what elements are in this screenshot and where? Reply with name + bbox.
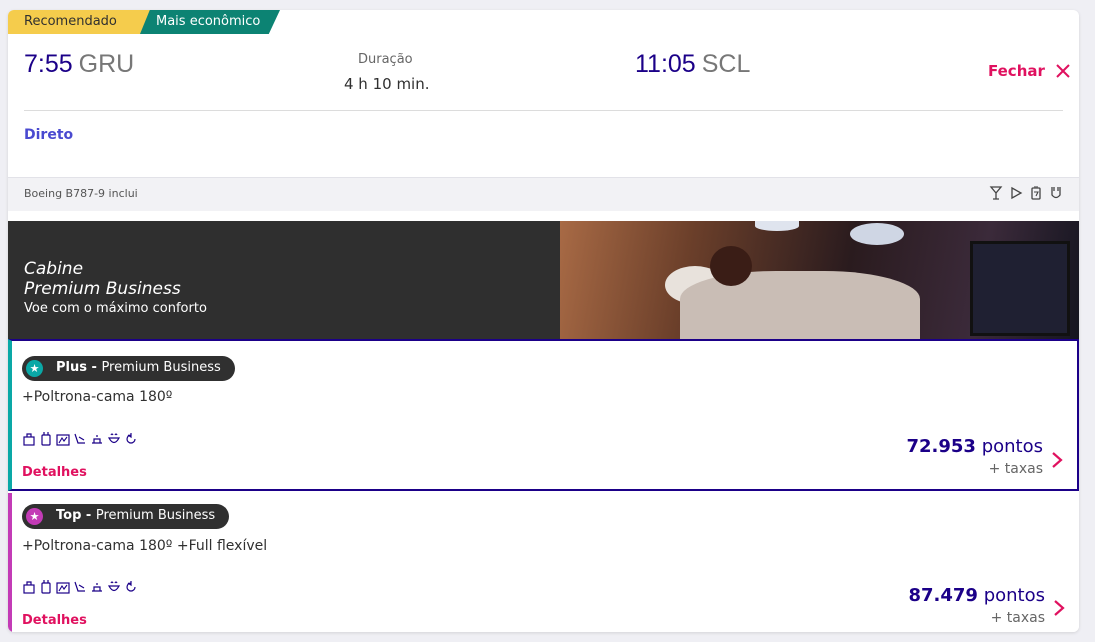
amenity-icons [989,185,1063,201]
departure: 7:55 GRU [24,50,134,79]
close-icon [1056,64,1070,78]
seat-selection-icon [56,582,70,594]
fare-badge: ★ Top - Premium Business [22,504,230,529]
price-value: 87.479 [908,585,978,606]
details-link[interactable]: Detalhes [22,613,87,628]
change-icon [126,581,136,592]
fare-features: +Poltrona-cama 180º +Full flexível [22,538,268,554]
checked-bag-icon [41,432,51,446]
fare-option-plus[interactable]: ★ Plus - Premium Business +Poltrona-cama… [8,339,1079,491]
fare-separator: - [81,508,96,523]
duration-value: 4 h 10 min. [344,75,430,93]
lounge-icon [92,583,102,592]
close-label: Fechar [988,62,1045,80]
fare-tier: Top [56,508,82,523]
fare-cabin: Premium Business [95,508,216,523]
details-link[interactable]: Detalhes [22,465,87,480]
fare-badge: ★ Plus - Premium Business [22,356,235,381]
fare-tier: Plus [56,360,87,375]
seat-selection-icon [56,434,70,446]
cabin-banner: Cabine Premium Business Voe com o máximo… [8,221,1079,339]
fare-separator: - [86,360,102,375]
price-taxes: + taxas [988,461,1043,477]
fare-icons [22,431,138,447]
chevron-right-icon[interactable] [1053,599,1065,617]
price-taxes: + taxas [990,610,1045,626]
star-icon: ★ [26,360,43,377]
flat-bed-icon [74,433,85,444]
departure-time: 7:55 [24,50,73,78]
play-icon [1011,186,1023,200]
checked-bag-icon [41,580,51,594]
fare-price: 87.479 pontos [909,585,1046,606]
carry-on-icon [23,581,35,594]
cabin-tagline: Voe com o máximo conforto [24,301,207,316]
arrival-code: SCL [701,50,751,78]
aircraft-text: Boeing B787-9 inclui [24,187,138,200]
cabin-photo [560,221,1079,339]
flight-card: Recomendado Mais econômico 7:55 GRU Duraç… [8,10,1079,632]
divider [24,110,1063,111]
power-icon [1031,186,1041,200]
cabin-name: Premium Business [24,279,181,299]
carry-on-icon [23,433,35,446]
food-icon [107,581,121,592]
tag-recommended: Recomendado [8,10,150,34]
departure-code: GRU [78,50,135,78]
fare-features: +Poltrona-cama 180º [22,389,173,405]
fare-price: 72.953 pontos [907,436,1044,457]
fare-icons [22,579,138,595]
arrival: 11:05 SCL [635,50,750,79]
price-currency: pontos [981,436,1043,457]
change-icon [126,433,136,444]
star-icon: ★ [26,508,43,525]
stops-label: Direto [24,127,74,143]
price-currency: pontos [983,585,1045,606]
chevron-right-icon[interactable] [1051,451,1063,469]
usb-icon [1051,187,1061,199]
food-icon [107,433,121,444]
flat-bed-icon [74,581,85,592]
duration-label: Duração [358,52,413,67]
arrival-time: 11:05 [635,50,696,78]
fare-cabin: Premium Business [101,360,221,375]
tag-cheapest: Mais econômico [140,10,280,34]
cabin-prefix: Cabine [24,259,84,279]
aircraft-bar: Boeing B787-9 inclui [8,177,1079,211]
lounge-icon [92,435,102,444]
price-value: 72.953 [906,436,976,457]
cocktail-icon [989,186,1003,200]
fare-option-top[interactable]: ★ Top - Premium Business +Poltrona-cama … [8,493,1079,632]
close-button[interactable]: Fechar [988,62,1071,80]
